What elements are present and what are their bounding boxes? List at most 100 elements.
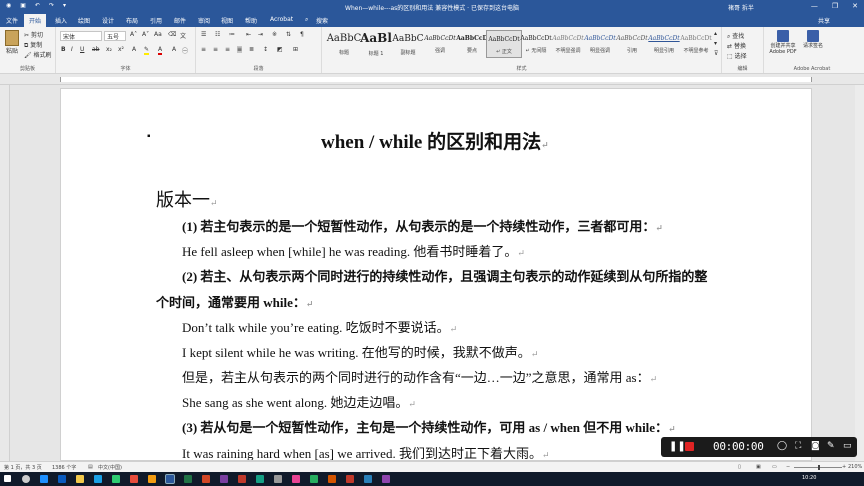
minimize-button[interactable]: — <box>811 2 818 10</box>
toolbar-menu-icon[interactable]: ▭ <box>843 441 852 451</box>
vertical-ruler[interactable] <box>0 85 10 461</box>
styles-more-icon[interactable]: ⊽ <box>714 50 718 57</box>
doc-line-7[interactable]: 但是，若主从句表示的两个同时进行的动作含有“一边…一边”之意思，通常用 as：↵ <box>182 367 657 386</box>
request-signature-button[interactable]: 请求签名 <box>802 30 824 49</box>
style-quote[interactable]: AaBbCcDt 引用 <box>614 30 650 58</box>
app-icon-pink[interactable] <box>292 475 300 483</box>
character-shading-icon[interactable]: A <box>172 46 176 53</box>
style-subtle-emphasis[interactable]: AaBbCcDt 不明显强调 <box>550 30 586 58</box>
share-button[interactable]: 共享 <box>818 16 830 25</box>
app-icon-green[interactable] <box>310 475 318 483</box>
underline-button[interactable]: U <box>80 46 84 53</box>
tell-me-box[interactable]: 搜索 <box>316 16 328 25</box>
create-pdf-button[interactable]: 创建并共享 Adobe PDF <box>766 30 800 55</box>
zoom-level[interactable]: 210% <box>848 464 862 470</box>
edge-browser-icon[interactable] <box>40 475 48 483</box>
doc-line-8[interactable]: She sang as she went along. 她边走边唱。↵ <box>182 392 416 411</box>
tab-references[interactable]: 引用 <box>150 16 162 25</box>
stop-icon[interactable] <box>685 442 694 451</box>
tab-mailings[interactable]: 邮件 <box>174 16 186 25</box>
style-emphasis[interactable]: AaBbCcDt 强调 <box>422 30 458 58</box>
cut-button[interactable]: ✂ 剪切 <box>24 30 43 39</box>
document-page[interactable]: ▪ when / while 的区别和用法↵ 版本一↵ (1) 若主句表示的是一… <box>60 88 812 461</box>
webcam-icon[interactable]: ◯ <box>777 441 787 451</box>
clear-format-icon[interactable]: ⌫ <box>168 31 176 38</box>
grow-font-button[interactable]: A˄ <box>130 31 137 38</box>
draw-pen-icon[interactable]: ✎ <box>827 441 835 451</box>
shading-icon[interactable]: ◩ <box>277 46 283 53</box>
borders-icon[interactable]: ⊞ <box>293 46 298 53</box>
app-icon-purple[interactable] <box>220 475 228 483</box>
format-painter-button[interactable]: 🖌 格式刷 <box>24 50 52 59</box>
bold-button[interactable]: B <box>61 46 66 53</box>
align-left-icon[interactable]: ≡ <box>201 46 206 53</box>
document-title[interactable]: when / while 的区别和用法↵ <box>321 127 549 154</box>
tab-file[interactable]: 文件 <box>6 16 18 25</box>
tab-layout[interactable]: 布局 <box>126 16 138 25</box>
copy-button[interactable]: ⧉ 复制 <box>24 40 42 50</box>
text-effects-icon[interactable]: A <box>132 46 136 53</box>
pdf-reader-icon[interactable] <box>238 475 246 483</box>
qq-icon[interactable] <box>94 475 102 483</box>
tab-home[interactable]: 开始 <box>24 14 47 27</box>
sort-icon[interactable]: ⇅ <box>286 31 291 38</box>
tab-insert[interactable]: 插入 <box>55 16 67 25</box>
doc-line-4[interactable]: 个时间，通常要用 while：↵ <box>156 292 313 311</box>
store-icon[interactable] <box>58 475 66 483</box>
horizontal-ruler[interactable] <box>0 74 864 85</box>
highlight-color-icon[interactable]: ✎ <box>144 46 150 55</box>
app-icon-red[interactable] <box>130 475 138 483</box>
style-intense-quote[interactable]: AaBbCcDt 明显引用 <box>646 30 682 58</box>
tab-design[interactable]: 设计 <box>102 16 114 25</box>
doc-line-3[interactable]: (2) 若主、从句表示两个同时进行的持续性动作，且强调主句表示的动作延续到从句所… <box>182 266 707 285</box>
multilevel-list-icon[interactable]: ≔ <box>229 31 235 38</box>
close-button[interactable]: ✕ <box>852 2 858 10</box>
web-layout-icon[interactable]: ▭ <box>772 464 777 470</box>
font-name-select[interactable]: 宋体 <box>60 31 102 41</box>
chinese-layout-icon[interactable]: ※ <box>272 31 277 38</box>
doc-line-9[interactable]: (3) 若从句是一个短暂性动作，主句是一个持续性动作，可用 as / when … <box>182 417 676 436</box>
tab-draw[interactable]: 绘图 <box>78 16 90 25</box>
app-icon-teal[interactable] <box>256 475 264 483</box>
italic-button[interactable]: I <box>71 46 73 53</box>
user-name[interactable]: 褚哥 拆半 <box>728 3 754 12</box>
app-icon-red-2[interactable] <box>346 475 354 483</box>
bullets-icon[interactable]: ☰ <box>201 31 206 38</box>
change-case-button[interactable]: Aa <box>154 31 162 38</box>
language-indicator[interactable]: 中文(中国) <box>98 464 122 471</box>
pause-icon[interactable]: ❚❚ <box>669 441 686 452</box>
align-right-icon[interactable]: ≡ <box>225 46 230 53</box>
tab-acrobat[interactable]: Acrobat <box>270 16 293 23</box>
doc-line-6[interactable]: I kept silent while he was writing. 在他写的… <box>182 342 538 361</box>
distributed-icon[interactable]: ≣ <box>249 46 254 53</box>
style-intense-emphasis[interactable]: AaBbCcDt 明显强调 <box>582 30 618 58</box>
app-icon-orange[interactable] <box>148 475 156 483</box>
zoom-out-button[interactable]: − <box>786 464 790 470</box>
style-no-spacing[interactable]: AaBbCcDt ↵ 无间隔 <box>518 30 554 58</box>
word-count[interactable]: 1386 个字 <box>52 464 76 471</box>
page-count[interactable]: 第 1 页，共 3 页 <box>4 464 42 471</box>
doc-line-2[interactable]: He fell asleep when [while] he was readi… <box>182 241 525 260</box>
tab-review[interactable]: 审阅 <box>198 16 210 25</box>
show-marks-icon[interactable]: ¶ <box>300 31 304 38</box>
tab-help[interactable]: 帮助 <box>245 16 257 25</box>
app-icon-violet[interactable] <box>382 475 390 483</box>
font-color-icon[interactable]: A <box>158 46 163 55</box>
start-windows-icon[interactable] <box>4 475 11 482</box>
recorder-app-icon[interactable] <box>328 475 336 483</box>
style-subtitle[interactable]: AaBbC 副标题 <box>390 30 426 58</box>
print-layout-icon[interactable]: ▣ <box>756 464 761 470</box>
zoom-slider-thumb[interactable] <box>818 465 820 470</box>
file-explorer-icon[interactable] <box>76 475 84 483</box>
style-strong[interactable]: AaBbCcD 要点 <box>454 30 490 58</box>
app-icon-blue[interactable] <box>364 475 372 483</box>
style-title[interactable]: AaBbC 标题 <box>326 30 362 58</box>
wechat-icon[interactable] <box>112 475 120 483</box>
styles-scroll-up-icon[interactable]: ▴ <box>714 30 717 37</box>
style-subtle-reference[interactable]: AaBbCcDt 不明显参考 <box>678 30 714 58</box>
subscript-button[interactable]: x₂ <box>106 46 112 53</box>
read-mode-icon[interactable]: ▯ <box>738 464 741 470</box>
proofing-icon[interactable]: ▤ <box>88 464 93 470</box>
line-spacing-icon[interactable]: ↕ <box>263 46 268 53</box>
taskbar-clock[interactable]: 10:20 <box>802 475 816 481</box>
